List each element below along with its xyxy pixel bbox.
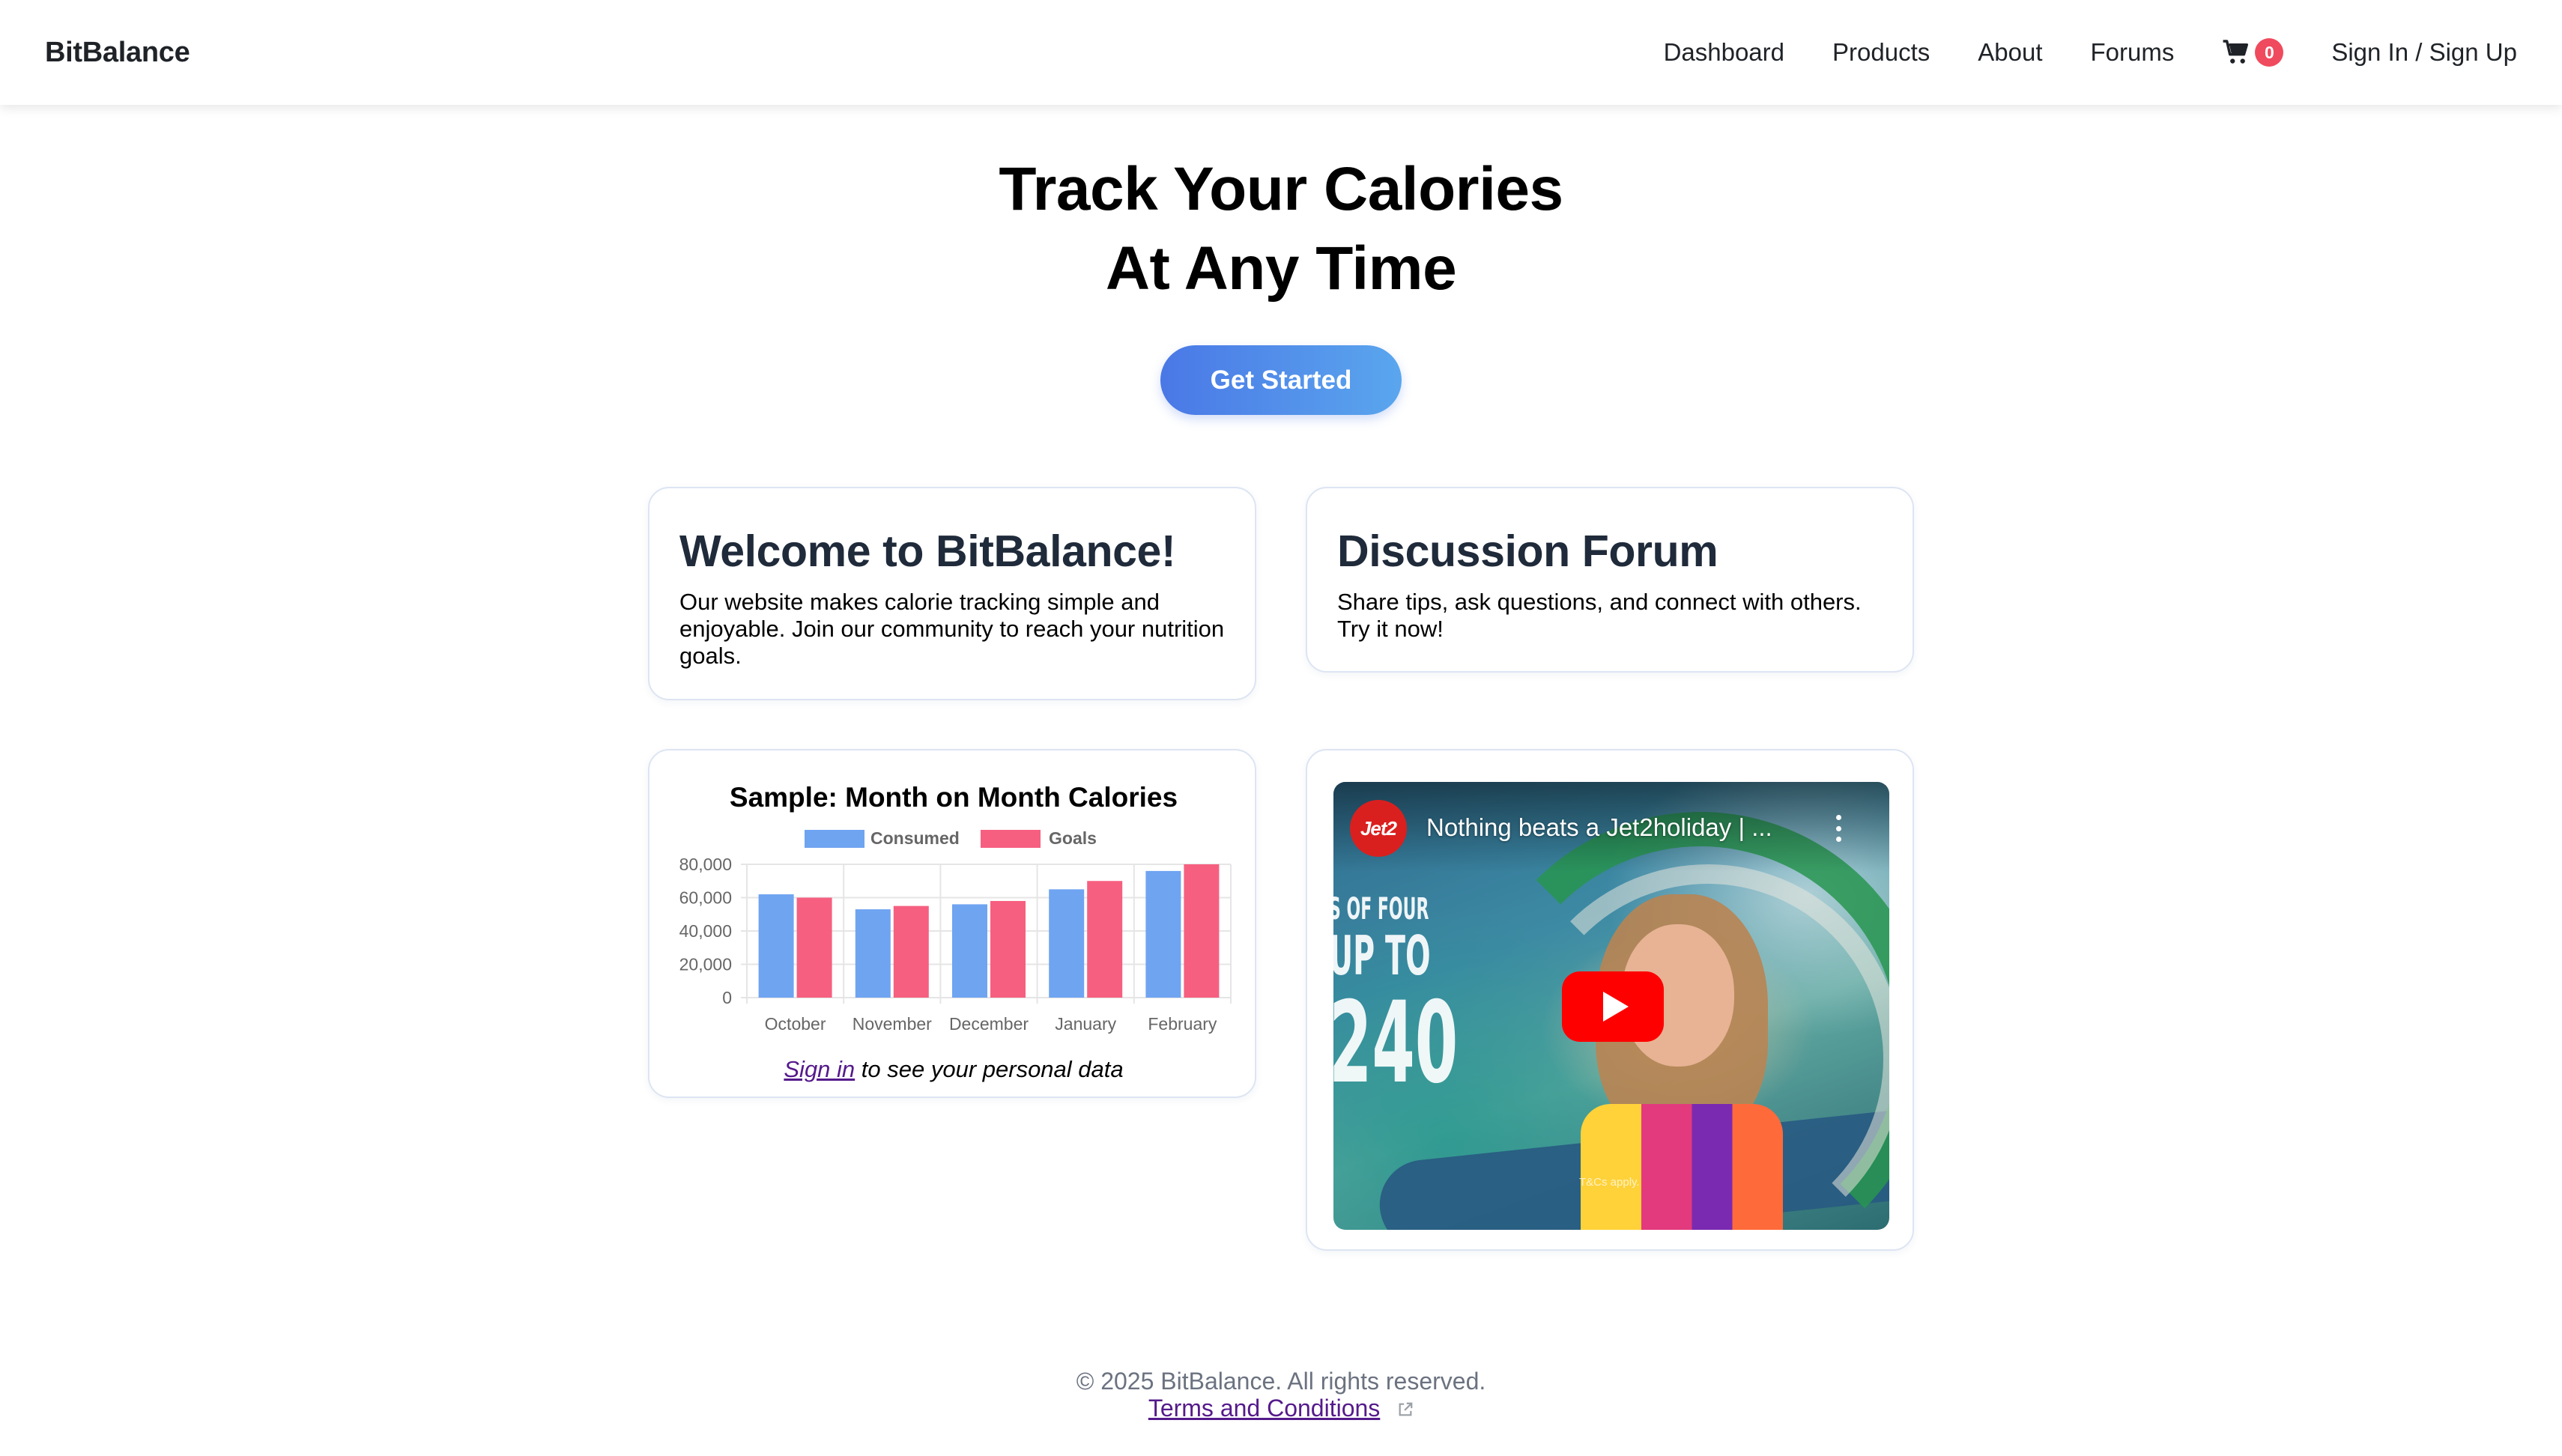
welcome-card-title: Welcome to BitBalance! xyxy=(679,527,1176,576)
forum-card-title: Discussion Forum xyxy=(1337,527,1718,576)
y-tick-label: 60,000 xyxy=(679,888,732,908)
x-tick-label: January xyxy=(1055,1014,1116,1034)
bar-consumed-november[interactable] xyxy=(855,909,891,998)
navbar: BitBalance Dashboard Products About Foru… xyxy=(0,0,2562,105)
y-tick-label: 40,000 xyxy=(679,921,732,941)
forum-card[interactable]: Discussion Forum Share tips, ask questio… xyxy=(1306,487,1914,673)
calories-bar-chart: Sample: Month on Month Calories Consumed… xyxy=(679,782,1232,1034)
chart-legend: Consumed Goals xyxy=(805,828,1097,848)
hero-title-line1: Track Your Calories xyxy=(999,155,1563,223)
bar-consumed-february[interactable] xyxy=(1145,870,1181,998)
bar-consumed-december[interactable] xyxy=(952,904,987,998)
hero-title: Track Your Calories At Any Time xyxy=(0,150,2562,309)
cart-count-badge: 0 xyxy=(2255,38,2284,67)
footer-copyright: © 2025 BitBalance. All rights reserved. xyxy=(1076,1368,1486,1395)
play-button[interactable] xyxy=(1562,971,1664,1042)
video-card: S OF FOUR UP TO 240 Jet2 Nothing beats a… xyxy=(1306,749,1914,1251)
bar-goals-december[interactable] xyxy=(990,900,1026,998)
welcome-card-body: Our website makes calorie tracking simpl… xyxy=(679,589,1225,669)
video-overlay-text: S OF FOUR UP TO 240 xyxy=(1333,894,1458,1099)
bar-consumed-january[interactable] xyxy=(1049,889,1085,998)
bar-goals-january[interactable] xyxy=(1087,881,1123,998)
y-tick-label: 0 xyxy=(722,988,732,1007)
x-tick-label: November xyxy=(853,1014,932,1034)
y-tick-label: 80,000 xyxy=(679,855,732,874)
video-fine-print: T&Cs apply. xyxy=(1579,1176,1640,1189)
forum-card-body: Share tips, ask questions, and connect w… xyxy=(1337,589,1862,642)
chart-signin-link[interactable]: Sign in xyxy=(784,1056,855,1082)
welcome-card: Welcome to BitBalance! Our website makes… xyxy=(648,487,1256,700)
nav-link-dashboard[interactable]: Dashboard xyxy=(1664,38,1784,67)
chart-title: Sample: Month on Month Calories xyxy=(730,782,1178,813)
video-title[interactable]: Nothing beats a Jet2holiday | ... xyxy=(1426,813,1772,842)
video-overlay-line1: S OF FOUR xyxy=(1333,892,1429,926)
bar-consumed-october[interactable] xyxy=(758,894,794,998)
external-link-icon xyxy=(1399,1402,1413,1416)
cart-button[interactable]: 0 xyxy=(2222,38,2284,67)
x-tick-label: October xyxy=(765,1014,826,1034)
play-icon xyxy=(1603,992,1629,1022)
video-player[interactable]: S OF FOUR UP TO 240 Jet2 Nothing beats a… xyxy=(1333,782,1889,1230)
brand-logo[interactable]: BitBalance xyxy=(45,37,190,69)
bar-goals-february[interactable] xyxy=(1184,864,1220,998)
legend-swatch-goals[interactable] xyxy=(981,830,1041,848)
x-tick-label: February xyxy=(1148,1014,1217,1034)
video-overlay-line2: UP TO xyxy=(1333,924,1431,987)
nav-links: Dashboard Products About Forums 0 Sign I… xyxy=(1664,38,2517,67)
chart-y-ticks: 80,000 60,000 40,000 20,000 0 xyxy=(679,855,732,1007)
video-overlay-line3: 240 xyxy=(1333,978,1459,1108)
chart-card: Sample: Month on Month Calories Consumed… xyxy=(648,749,1256,1098)
nav-link-forums[interactable]: Forums xyxy=(2091,38,2175,67)
get-started-button[interactable]: Get Started xyxy=(1160,345,1402,415)
video-channel-logo[interactable]: Jet2 xyxy=(1350,800,1407,857)
terms-and-conditions-link[interactable]: Terms and Conditions xyxy=(1148,1395,1380,1422)
x-tick-label: December xyxy=(949,1014,1029,1034)
y-tick-label: 20,000 xyxy=(679,955,732,974)
more-vert-icon[interactable] xyxy=(1834,815,1843,842)
nav-link-about[interactable]: About xyxy=(1978,38,2042,67)
bar-goals-november[interactable] xyxy=(893,906,929,998)
shopping-cart-icon xyxy=(2223,40,2249,64)
video-scene-swimsuit xyxy=(1581,1104,1783,1230)
footer-terms: Terms and Conditions xyxy=(0,1395,2562,1422)
legend-label-goals[interactable]: Goals xyxy=(1049,828,1097,848)
signin-signup-link[interactable]: Sign In / Sign Up xyxy=(2331,38,2517,67)
chart-signin-note-text: to see your personal data xyxy=(855,1056,1124,1082)
hero-title-line2: At Any Time xyxy=(1105,234,1457,303)
legend-label-consumed[interactable]: Consumed xyxy=(870,828,960,848)
chart-x-ticks: October November December January February xyxy=(765,1014,1217,1034)
chart-signin-note: Sign in to see your personal data xyxy=(649,1056,1258,1083)
bar-goals-october[interactable] xyxy=(796,897,832,998)
nav-link-products[interactable]: Products xyxy=(1832,38,1930,67)
legend-swatch-consumed[interactable] xyxy=(805,830,864,848)
